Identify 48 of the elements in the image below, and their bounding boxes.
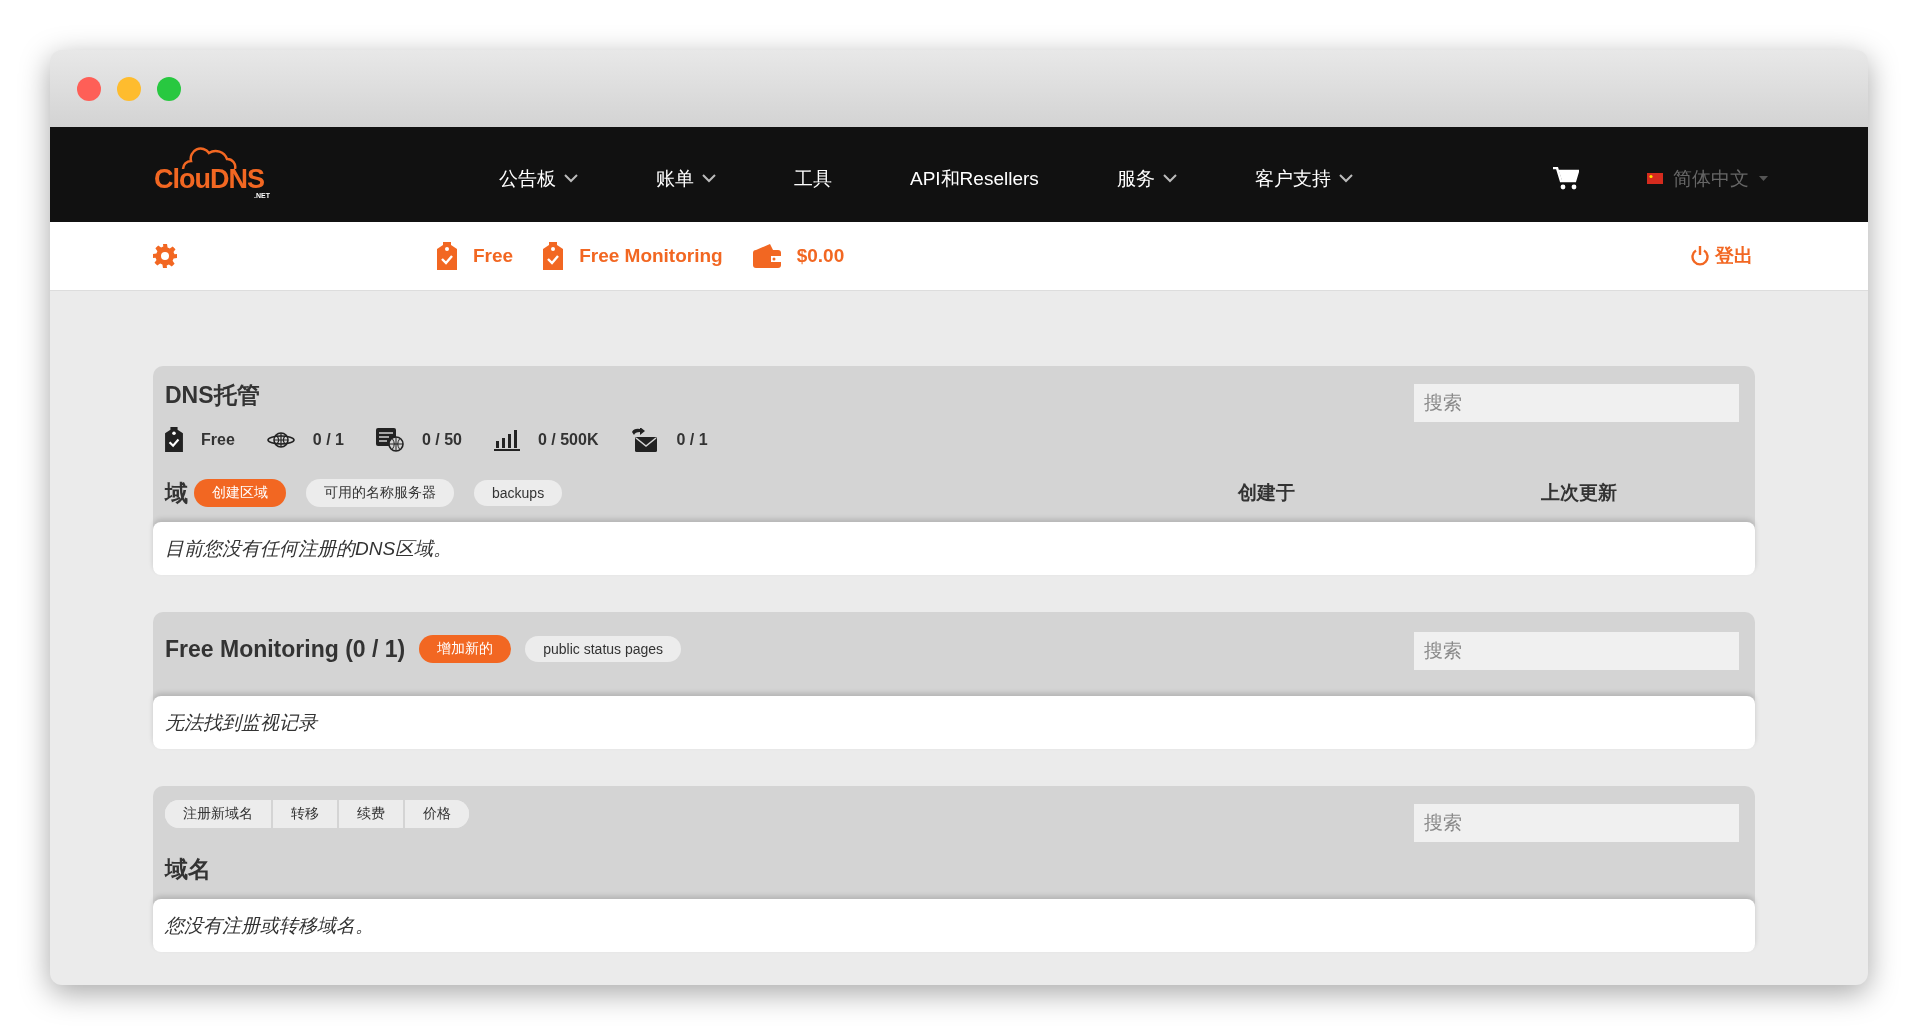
chevron-down-icon [1162, 174, 1177, 183]
usage-count: 0 / 50 [421, 430, 462, 449]
section-title: DNS托管 [165, 381, 261, 410]
envelope-arrow-icon [630, 427, 659, 452]
section-title: 域名 [165, 855, 212, 884]
maximize-button[interactable] [157, 76, 181, 101]
minimize-button[interactable] [117, 76, 141, 101]
chevron-down-icon [564, 174, 578, 183]
nav-menu-item[interactable]: 账单 [656, 165, 716, 192]
section-title: Free Monitoring (0 / 1) [165, 635, 406, 663]
nav-menu-item[interactable]: 服务 [1116, 165, 1177, 192]
usage-count: 0 / 1 [676, 430, 708, 449]
nav-menu-item[interactable]: API和Resellers [910, 165, 1039, 192]
nav-menu-item[interactable]: 客户支持 [1254, 165, 1353, 192]
close-button[interactable] [77, 76, 101, 101]
empty-message: 无法找到监视记录 [165, 710, 317, 735]
empty-message: 您没有注册或转移域名。 [165, 913, 374, 938]
chevron-down-icon [1338, 174, 1353, 183]
cloud-icon [179, 146, 239, 169]
plan-tag-icon [165, 427, 183, 452]
usage-count: Free [201, 430, 235, 449]
search-field[interactable]: 搜索 [1414, 384, 1739, 422]
wallet-icon [752, 244, 781, 268]
china-flag-icon [1647, 173, 1663, 184]
nav-menu-item[interactable]: 公告板 [499, 165, 578, 192]
price-tag-icon [437, 242, 457, 270]
bar-chart-icon [493, 428, 520, 451]
caret-down-icon [1759, 176, 1768, 181]
search-field[interactable]: 搜索 [1414, 632, 1739, 670]
pill-button[interactable]: public status pages [525, 636, 682, 662]
shopping-cart-icon [1553, 166, 1579, 191]
nav-menu-item[interactable]: 工具 [794, 165, 832, 192]
usage-count: 0 / 500K [537, 430, 599, 449]
power-icon [1691, 246, 1709, 266]
column-header: 上次更新 [1540, 481, 1618, 505]
settings-icon [153, 244, 177, 268]
empty-message: 目前您没有任何注册的DNS区域。 [165, 536, 453, 561]
list-globe-icon [375, 427, 404, 452]
pill-button[interactable]: 可用的名称服务器 [306, 479, 454, 507]
usage-count: 0 / 1 [312, 430, 344, 449]
search-field[interactable]: 搜索 [1414, 804, 1739, 842]
planet-globe-icon [266, 429, 295, 450]
column-header: 创建于 [1236, 481, 1296, 505]
chevron-down-icon [702, 174, 716, 183]
tab[interactable]: 注册新域名 [165, 800, 273, 828]
price-tag-icon [543, 242, 564, 270]
column-header: 域 [165, 478, 188, 508]
pill-button[interactable]: backups [474, 480, 563, 506]
